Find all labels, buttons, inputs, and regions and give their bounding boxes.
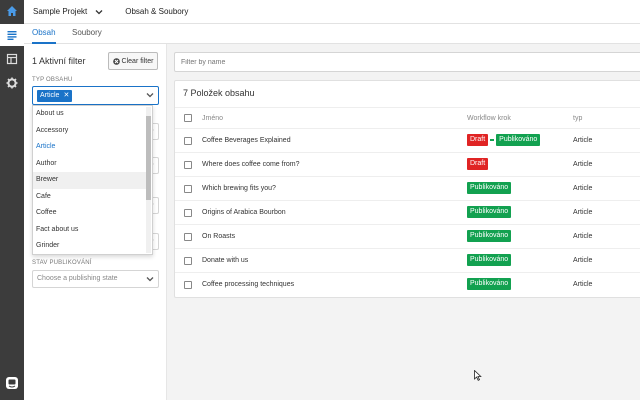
chat-icon <box>6 377 18 389</box>
row-checkbox[interactable] <box>184 233 192 241</box>
published-badge: Publikováno <box>467 278 512 290</box>
row-type: Article <box>573 233 593 240</box>
workflow-steps: Draft <box>467 158 489 170</box>
tab-obsah[interactable]: Obsah <box>32 24 56 44</box>
draft-badge: Draft <box>467 134 489 146</box>
layout-button[interactable] <box>0 48 24 70</box>
published-badge: Publikováno <box>467 182 512 194</box>
workflow-steps: Draft Publikováno <box>467 134 541 146</box>
table-header: Jméno Workflow krok typ <box>175 107 640 129</box>
workflow-steps: Publikováno <box>467 230 512 242</box>
workflow-steps: Publikováno <box>467 278 512 290</box>
chevron-down-icon <box>95 9 103 14</box>
dropdown-scrollbar-thumb[interactable] <box>146 116 151 200</box>
dropdown-option[interactable]: Fact about us <box>33 222 146 239</box>
table-row[interactable]: Which brewing fits you? Publikováno Arti… <box>175 177 640 201</box>
publish-filter-label: STAV PUBLIKOVÁNÍ <box>32 260 92 266</box>
app-rail <box>0 0 24 400</box>
dropdown-option[interactable]: Author <box>33 156 146 173</box>
row-type: Article <box>573 185 593 192</box>
row-checkbox[interactable] <box>184 161 192 169</box>
section-title: Obsah & Soubory <box>125 7 189 16</box>
table-row[interactable]: Where does coffee come from? Draft Artic… <box>175 153 640 177</box>
row-checkbox[interactable] <box>184 257 192 265</box>
content-list-icon <box>7 31 17 40</box>
row-checkbox[interactable] <box>184 137 192 145</box>
workflow-steps: Publikováno <box>467 182 512 194</box>
chevron-down-icon <box>146 277 154 282</box>
table-row[interactable]: Donate with us Publikováno Article <box>175 249 640 273</box>
draft-badge: Draft <box>467 158 489 170</box>
dropdown-option[interactable]: Grinder <box>33 238 146 254</box>
clear-filter-button[interactable]: Clear filter <box>108 52 158 70</box>
chip-remove-icon[interactable]: ✕ <box>63 90 69 102</box>
row-type: Article <box>573 137 593 144</box>
row-type: Article <box>573 209 593 216</box>
row-type: Article <box>573 257 593 264</box>
chip-label: Article <box>40 92 60 99</box>
dropdown-option[interactable]: Cafe <box>33 189 146 206</box>
published-badge: Publikováno <box>467 230 512 242</box>
chevron-down-icon <box>146 93 154 98</box>
project-name: Sample Projekt <box>33 7 88 16</box>
gear-icon <box>6 77 18 89</box>
table-row[interactable]: Coffee processing techniques Publikováno… <box>175 273 640 297</box>
home-icon <box>7 6 17 16</box>
type-filter-select[interactable]: Article ✕ <box>32 86 159 105</box>
dropdown-option-hovered[interactable]: Brewer <box>33 172 146 189</box>
type-dropdown-list: About us Accessory Article Author Brewer… <box>32 105 153 255</box>
type-filter-label: TYP OBSAHU <box>32 77 73 83</box>
top-bar: Sample Projekt Obsah & Soubory <box>24 0 640 24</box>
column-workflow: Workflow krok <box>467 115 511 122</box>
mouse-cursor-icon <box>474 370 482 381</box>
row-checkbox[interactable] <box>184 185 192 193</box>
project-switcher[interactable]: Sample Projekt <box>33 7 103 16</box>
step-connector <box>490 139 495 141</box>
chat-button[interactable] <box>0 372 24 394</box>
row-checkbox[interactable] <box>184 281 192 289</box>
row-type: Article <box>573 161 593 168</box>
row-name[interactable]: Which brewing fits you? <box>202 185 276 192</box>
dropdown-option-selected[interactable]: Article <box>33 139 146 156</box>
row-name[interactable]: Coffee Beverages Explained <box>202 137 291 144</box>
settings-button[interactable] <box>0 72 24 94</box>
column-name: Jméno <box>202 115 224 122</box>
clear-circle-icon <box>112 57 120 65</box>
published-badge: Publikováno <box>467 254 512 266</box>
published-badge: Publikováno <box>467 206 512 218</box>
row-name[interactable]: On Roasts <box>202 233 235 240</box>
active-filter-count: 1 Aktivní filter <box>32 56 86 66</box>
table-row[interactable]: Origins of Arabica Bourbon Publikováno A… <box>175 201 640 225</box>
column-type: typ <box>573 115 583 122</box>
workflow-steps: Publikováno <box>467 206 512 218</box>
table-row[interactable]: Coffee Beverages Explained Draft Publiko… <box>175 129 640 153</box>
row-name[interactable]: Origins of Arabica Bourbon <box>202 209 286 216</box>
content-list-button[interactable] <box>0 24 24 46</box>
row-checkbox[interactable] <box>184 209 192 217</box>
tab-soubory[interactable]: Soubory <box>72 24 102 44</box>
filter-by-name-input[interactable] <box>174 52 640 72</box>
select-all-checkbox[interactable] <box>184 114 192 122</box>
dropdown-option[interactable]: Coffee <box>33 205 146 222</box>
publish-state-placeholder: Choose a publishing state <box>37 275 118 282</box>
selected-type-chip: Article ✕ <box>37 90 73 102</box>
row-type: Article <box>573 281 593 288</box>
content-list-card: 7 Položek obsahu Jméno Workflow krok typ… <box>174 80 640 298</box>
content-count-title: 7 Položek obsahu <box>183 88 255 98</box>
clear-filter-label: Clear filter <box>121 57 154 65</box>
tab-bar: Obsah Soubory <box>24 24 640 44</box>
row-name[interactable]: Where does coffee come from? <box>202 161 300 168</box>
dropdown-option[interactable]: About us <box>33 106 146 123</box>
dropdown-option[interactable]: Accessory <box>33 123 146 140</box>
home-button[interactable] <box>0 0 24 22</box>
publish-state-select[interactable]: Choose a publishing state <box>32 270 159 288</box>
row-name[interactable]: Donate with us <box>202 257 248 264</box>
layout-icon <box>6 53 18 65</box>
workflow-steps: Publikováno <box>467 254 512 266</box>
published-badge: Publikováno <box>496 134 541 146</box>
row-name[interactable]: Coffee processing techniques <box>202 281 294 288</box>
table-row[interactable]: On Roasts Publikováno Article <box>175 225 640 249</box>
